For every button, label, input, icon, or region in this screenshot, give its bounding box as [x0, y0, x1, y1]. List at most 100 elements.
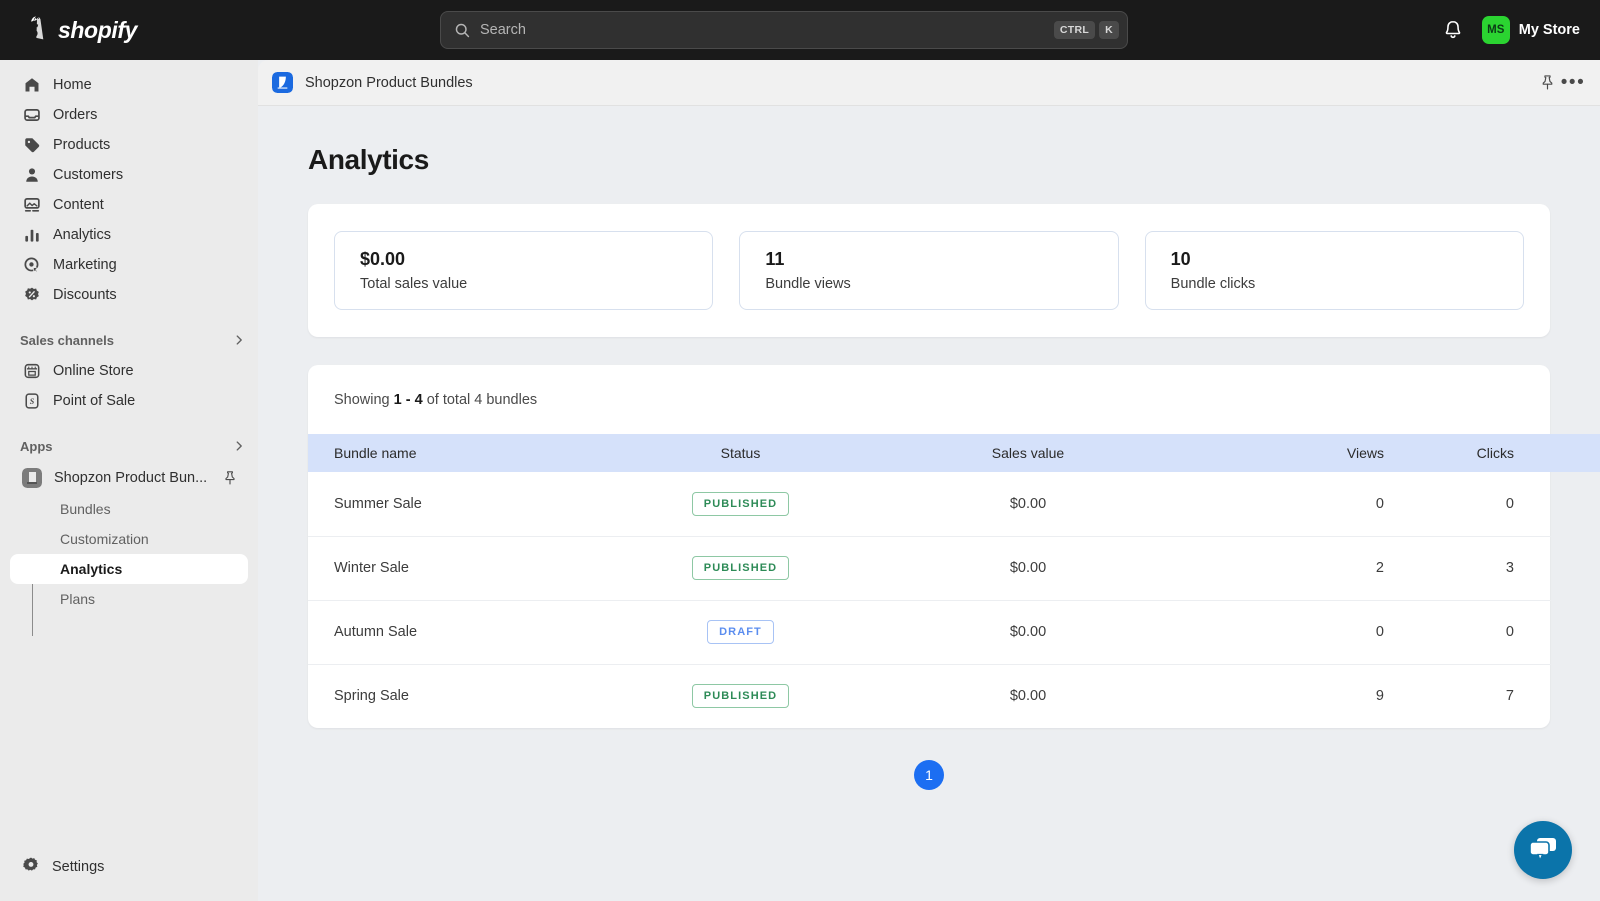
sidebar-item-customization[interactable]: Customization [10, 524, 248, 554]
more-options-button[interactable]: ••• [1560, 70, 1586, 96]
notifications-bell-icon[interactable] [1442, 19, 1464, 41]
cell-status: PUBLISHED [618, 472, 863, 536]
metric-label: Bundle views [765, 276, 851, 292]
cell-status: PUBLISHED [618, 664, 863, 728]
sidebar-item-label: Point of Sale [53, 393, 136, 409]
table-row[interactable]: Spring Sale PUBLISHED $0.00 9 7 [308, 664, 1600, 728]
sidebar-item-analytics[interactable]: Analytics [10, 220, 248, 250]
sidebar-item-settings[interactable]: Settings [10, 851, 248, 883]
shopify-logo[interactable]: shopify [22, 0, 137, 60]
status-badge: PUBLISHED [691, 556, 790, 580]
sales-channels-section-header[interactable]: Sales channels [20, 328, 246, 352]
sidebar-item-marketing[interactable]: Marketing [10, 250, 248, 280]
search-input[interactable]: Search CTRL K [440, 11, 1128, 49]
table-body: Summer Sale PUBLISHED $0.00 0 0 Winter Sale PU… [308, 472, 1600, 728]
cell-bundle-name: Spring Sale [334, 688, 409, 705]
column-header-clicks[interactable]: Clicks [1408, 434, 1600, 472]
chat-support-button[interactable] [1514, 821, 1572, 879]
analytics-bars-icon [22, 226, 41, 245]
column-header-bundle-name[interactable]: Bundle name [308, 434, 618, 472]
top-bar: shopify Search CTRL K MS My Store [0, 0, 1600, 60]
pin-icon[interactable] [222, 470, 238, 486]
shopzon-app-icon [272, 72, 293, 93]
avatar: MS [1481, 16, 1510, 44]
sidebar-item-discounts[interactable]: Discounts [10, 280, 248, 310]
discounts-badge-icon [22, 286, 41, 305]
sidebar-item-online-store[interactable]: Online Store [10, 356, 248, 386]
showing-range: 1 - 4 [393, 392, 423, 408]
orders-icon [22, 106, 41, 125]
pin-icon [1542, 75, 1552, 90]
table-row[interactable]: Winter Sale PUBLISHED $0.00 2 3 [308, 536, 1600, 600]
chevron-right-icon [236, 441, 242, 451]
cell-views: 0 [1375, 495, 1384, 512]
showing-suffix: of total 4 bundles [422, 392, 538, 408]
content-image-icon [22, 196, 41, 215]
home-icon [22, 76, 41, 95]
metrics-card: $0.00 Total sales value 11 Bundle views … [308, 204, 1550, 337]
top-bar-right: MS My Store [1442, 0, 1584, 60]
cell-sales-value: $0.00 [1009, 688, 1047, 705]
point-of-sale-icon: S [22, 392, 41, 411]
apps-section-header[interactable]: Apps [20, 434, 246, 458]
column-header-views[interactable]: Views [1193, 434, 1408, 472]
cell-status: PUBLISHED [618, 536, 863, 600]
table-header: Bundle name Status Sales value Views Cli… [308, 434, 1600, 472]
sidebar-item-home[interactable]: Home [10, 70, 248, 100]
store-name: My Store [1518, 22, 1580, 38]
table-row[interactable]: Summer Sale PUBLISHED $0.00 0 0 [308, 472, 1600, 536]
column-header-sales-value[interactable]: Sales value [863, 434, 1193, 472]
cell-clicks: 3 [1505, 560, 1514, 576]
sidebar-app-label: Shopzon Product Bun... [54, 470, 208, 486]
shopzon-app-icon [22, 468, 42, 488]
app-header-bar: Shopzon Product Bundles ••• [258, 60, 1600, 106]
search-shortcut-ctrl: CTRL [1053, 21, 1096, 39]
cell-clicks: 7 [1505, 688, 1514, 705]
pagination: 1 [308, 760, 1550, 790]
cell-clicks: 0 [1505, 495, 1514, 512]
online-store-icon [22, 362, 41, 381]
products-tag-icon [22, 136, 41, 155]
metric-label: Total sales value [360, 276, 468, 292]
metrics-row: $0.00 Total sales value 11 Bundle views … [308, 204, 1550, 337]
metric-value: 11 [765, 249, 785, 269]
status-badge: PUBLISHED [691, 491, 790, 516]
main-content: Shopzon Product Bundles ••• Analytics $0… [258, 60, 1600, 901]
pagination-page-1[interactable]: 1 [914, 760, 944, 790]
showing-prefix: Showing [334, 392, 394, 408]
metric-value: $0.00 [360, 249, 406, 269]
pin-button[interactable] [1534, 70, 1560, 96]
store-switcher[interactable]: MS My Store [1478, 12, 1584, 48]
sidebar-item-label: Marketing [53, 257, 117, 273]
cell-bundle-name: Winter Sale [334, 560, 409, 576]
sidebar-item-app-analytics[interactable]: Analytics [10, 554, 248, 584]
cell-sales-value: $0.00 [1009, 624, 1047, 640]
sidebar-item-label: Content [53, 197, 104, 213]
sidebar-item-customers[interactable]: Customers [10, 160, 248, 190]
shopify-bag-icon [30, 16, 44, 40]
metric-total-sales-value: $0.00 Total sales value [334, 231, 714, 310]
bundles-table: Bundle name Status Sales value Views Cli… [308, 434, 1600, 728]
sidebar-item-point-of-sale[interactable]: S Point of Sale [10, 386, 248, 416]
bundles-table-card: Showing 1 - 4 of total 4 bundles Bundle … [308, 365, 1600, 728]
column-header-status[interactable]: Status [618, 434, 863, 472]
page-title: Analytics [308, 144, 429, 175]
sidebar-item-label: Customers [53, 167, 124, 183]
sidebar-item-label: Products [53, 137, 111, 153]
cell-views: 0 [1375, 624, 1384, 640]
sidebar-item-label: Settings [52, 859, 105, 875]
sidebar-item-products[interactable]: Products [10, 130, 248, 160]
sidebar-item-orders[interactable]: Orders [10, 100, 248, 130]
sidebar-item-plans[interactable]: Plans [10, 584, 248, 614]
sidebar-item-content[interactable]: Content [10, 190, 248, 220]
shopify-logo-text: shopify [58, 16, 137, 43]
metric-label: Bundle clicks [1170, 276, 1256, 292]
sales-channels-title: Sales channels [20, 332, 114, 348]
cell-bundle-name: Autumn Sale [334, 624, 418, 640]
sidebar-item-label: Discounts [53, 287, 117, 303]
table-row[interactable]: Autumn Sale DRAFT $0.00 0 0 [308, 600, 1600, 664]
sidebar-item-label: Analytics [53, 227, 112, 243]
sidebar-item-label: Online Store [53, 363, 134, 379]
sidebar-app-shopzon-product-bundles[interactable]: Shopzon Product Bun... [10, 462, 248, 494]
sidebar-item-bundles[interactable]: Bundles [10, 494, 248, 524]
